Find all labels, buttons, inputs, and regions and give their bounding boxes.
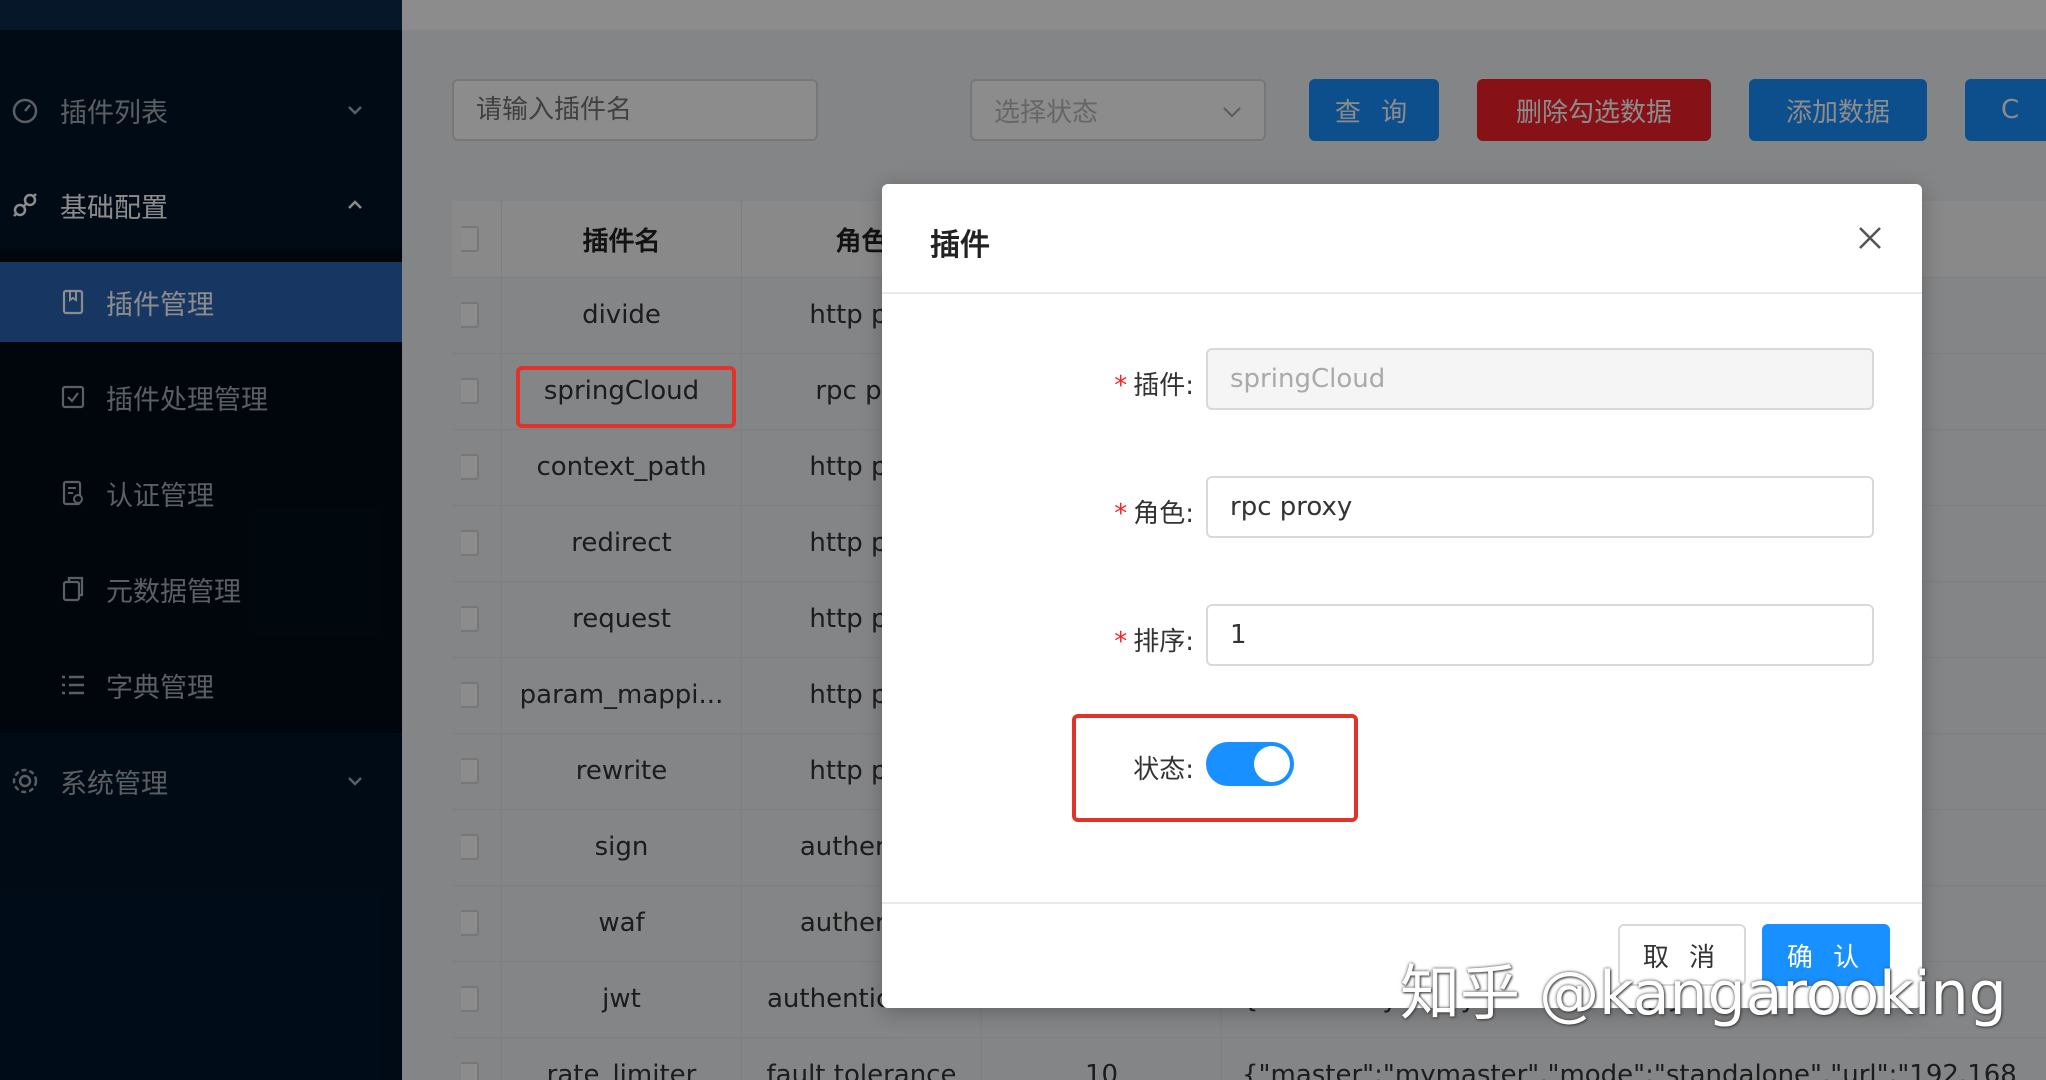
sort-field-label: * 排序: bbox=[1114, 627, 1194, 657]
modal-header: 插件 bbox=[882, 184, 1922, 294]
role-field-input[interactable] bbox=[1206, 476, 1874, 538]
plugin-field-label: * 插件: bbox=[1114, 371, 1194, 401]
plugin-field-input bbox=[1206, 348, 1874, 410]
close-icon[interactable] bbox=[1854, 222, 1886, 254]
highlight-box-springcloud-row bbox=[516, 366, 736, 428]
plugin-edit-modal: 插件 *插件: *角色: *排序: 状态: 取 消 确 认 bbox=[882, 184, 1922, 1008]
highlight-box-status-toggle bbox=[1072, 714, 1358, 822]
sort-field-input[interactable] bbox=[1206, 604, 1874, 666]
modal-title: 插件 bbox=[930, 228, 990, 263]
role-field-label: * 角色: bbox=[1114, 499, 1194, 529]
watermark-text: 知乎 @kangarooking bbox=[1400, 959, 2007, 1029]
